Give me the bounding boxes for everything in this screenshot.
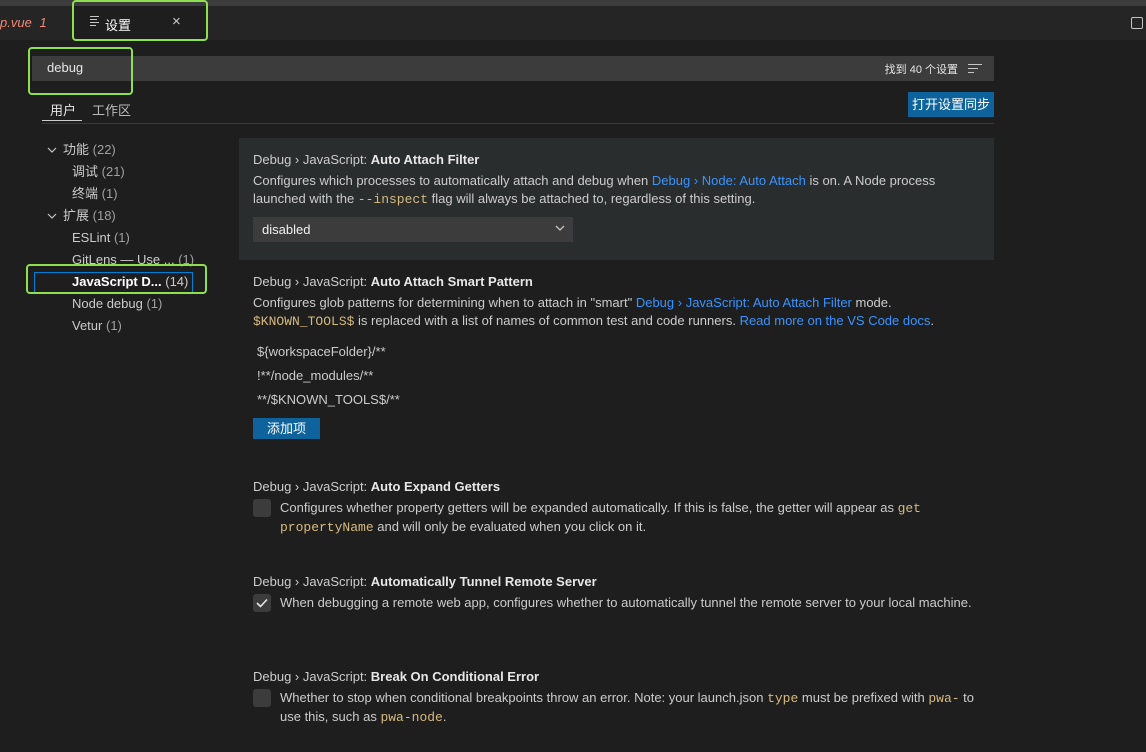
toc-label: 终端	[72, 186, 99, 201]
inline-code: $KNOWN_TOOLS$	[253, 314, 355, 329]
desc-text: .	[930, 313, 934, 328]
toc-count: (1)	[178, 252, 195, 267]
docs-link[interactable]: Read more on the VS Code docs	[740, 313, 931, 328]
settings-search-input[interactable]: debug 找到 40 个设置	[32, 56, 994, 81]
clear-filter-icon[interactable]	[968, 64, 982, 74]
toc-item-javascript-debugger[interactable]: JavaScript D... (14)	[72, 272, 188, 292]
toc-count: (1)	[101, 186, 118, 201]
toc-label: Vetur	[72, 318, 103, 333]
pattern-list-item[interactable]: **/$KNOWN_TOOLS$/**	[257, 392, 400, 407]
setting-title-auto-tunnel: Debug › JavaScript: Automatically Tunnel…	[253, 574, 597, 589]
break-on-conditional-error-checkbox[interactable]	[253, 689, 271, 707]
close-icon[interactable]: ×	[172, 14, 181, 29]
auto-attach-filter-select[interactable]: disabled	[253, 217, 573, 242]
desc-text: must be prefixed with	[798, 690, 929, 705]
toc-label: 调试	[72, 164, 99, 179]
setting-name: Auto Attach Filter	[370, 152, 480, 167]
desc-text: and will only be evaluated when you clic…	[373, 519, 647, 534]
toc-label: GitLens — Use ...	[72, 252, 175, 267]
active-scope-indicator	[42, 120, 82, 121]
add-item-button[interactable]: 添加项	[253, 418, 320, 439]
desc-text: Configures glob patterns for determining…	[253, 295, 636, 310]
setting-category: Debug › JavaScript:	[253, 574, 371, 589]
toc-item-gitlens[interactable]: GitLens — Use ... (1)	[72, 250, 194, 270]
pattern-list-item[interactable]: !**/node_modules/**	[257, 368, 373, 383]
toc-label: 功能	[63, 142, 90, 157]
search-value: debug	[47, 60, 84, 75]
toc-item-terminal[interactable]: 终端 (1)	[72, 184, 118, 204]
desc-text: .	[442, 709, 447, 724]
setting-description: When debugging a remote web app, configu…	[280, 595, 972, 610]
chevron-down-icon	[555, 225, 565, 231]
setting-title-auto-expand-getters: Debug › JavaScript: Auto Expand Getters	[253, 479, 500, 494]
inline-code: --inspect	[357, 192, 429, 207]
toc-count: (22)	[92, 142, 116, 157]
desc-text: Configures which processes to automatica…	[253, 173, 652, 188]
toc-label: Node debug	[72, 296, 143, 311]
settings-sync-button[interactable]: 打开设置同步	[908, 92, 994, 117]
toc-item-vetur[interactable]: Vetur (1)	[72, 316, 122, 336]
setting-name: Auto Attach Smart Pattern	[370, 274, 533, 289]
auto-expand-getters-checkbox[interactable]	[253, 499, 271, 517]
toc-label: 扩展	[63, 208, 90, 223]
toc-item-node-debug[interactable]: Node debug (1)	[72, 294, 162, 314]
desc-text: Whether to stop when conditional breakpo…	[280, 690, 768, 705]
toc-item-eslint[interactable]: ESLint (1)	[72, 228, 130, 248]
toc-count: (1)	[113, 230, 130, 245]
select-value: disabled	[262, 222, 311, 237]
pattern-list-item[interactable]: ${workspaceFolder}/**	[257, 344, 386, 359]
setting-category: Debug › JavaScript:	[253, 152, 371, 167]
auto-tunnel-checkbox[interactable]	[253, 594, 271, 612]
search-result-count: 找到 40 个设置	[884, 64, 958, 76]
chevron-down-icon[interactable]	[47, 211, 57, 221]
toc-count: (1)	[105, 318, 122, 333]
setting-title-auto-attach-smart-pattern: Debug › JavaScript: Auto Attach Smart Pa…	[253, 274, 533, 289]
setting-title-auto-attach-filter: Debug › JavaScript: Auto Attach Filter	[253, 152, 479, 167]
split-editor-icon[interactable]	[1131, 17, 1143, 29]
setting-category: Debug › JavaScript:	[253, 479, 371, 494]
toc-count: (1)	[146, 296, 163, 311]
setting-description: Configures which processes to automatica…	[253, 172, 983, 209]
toc-item-features[interactable]: 功能 (22)	[63, 140, 116, 160]
setting-description: Configures whether property getters will…	[280, 499, 980, 537]
setting-description: Configures glob patterns for determining…	[253, 294, 983, 331]
setting-name: Auto Expand Getters	[370, 479, 501, 494]
setting-category: Debug › JavaScript:	[253, 274, 371, 289]
desc-text: is replaced with a list of names of comm…	[354, 313, 740, 328]
tab-settings[interactable]: 设置 ×	[74, 6, 206, 40]
toc-count: (14)	[165, 274, 189, 289]
desc-text: flag will always be attached to, regardl…	[428, 191, 756, 206]
inline-code: type	[767, 691, 799, 706]
tab-settings-label: 设置	[105, 18, 132, 33]
tab-workspace-scope[interactable]: 工作区	[92, 100, 131, 119]
tab-problem-badge: 1	[39, 15, 47, 30]
setting-link[interactable]: Debug › Node: Auto Attach	[652, 173, 806, 188]
desc-text: mode.	[851, 295, 892, 310]
setting-name: Break On Conditional Error	[370, 669, 540, 684]
toc-label: ESLint	[72, 230, 111, 245]
toc-count: (21)	[101, 164, 125, 179]
settings-file-icon	[90, 16, 99, 28]
toc-item-debug[interactable]: 调试 (21)	[72, 162, 125, 182]
inline-code: pwa-	[928, 691, 960, 706]
setting-title-break-on-conditional-error: Debug › JavaScript: Break On Conditional…	[253, 669, 539, 684]
setting-description: Whether to stop when conditional breakpo…	[280, 689, 980, 727]
toc-count: (18)	[92, 208, 116, 223]
tab-previous-file[interactable]: p.vue 1	[0, 6, 47, 40]
scope-divider	[42, 123, 994, 124]
toc-label: JavaScript D...	[72, 274, 162, 289]
checkmark-icon	[256, 598, 268, 608]
inline-code: pwa-node	[380, 710, 443, 725]
desc-text: Configures whether property getters will…	[280, 500, 898, 515]
tab-user-scope[interactable]: 用户	[50, 100, 76, 119]
tab-previous-name: p.vue	[0, 15, 32, 30]
chevron-down-icon[interactable]	[47, 145, 57, 155]
setting-category: Debug › JavaScript:	[253, 669, 371, 684]
setting-name: Automatically Tunnel Remote Server	[370, 574, 597, 589]
setting-link[interactable]: Debug › JavaScript: Auto Attach Filter	[636, 295, 852, 310]
toc-item-extensions[interactable]: 扩展 (18)	[63, 206, 116, 226]
